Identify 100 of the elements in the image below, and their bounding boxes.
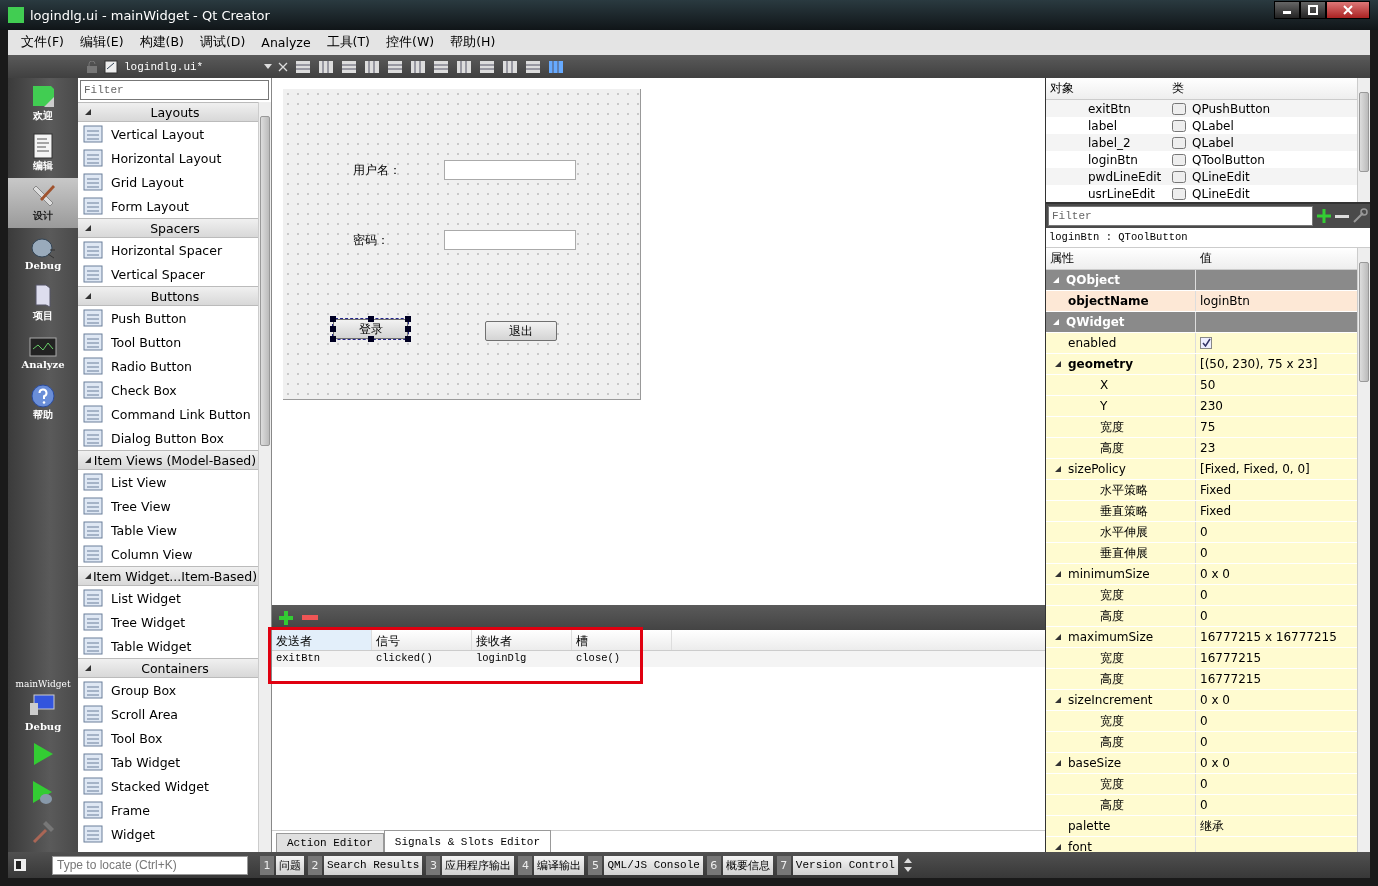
widget-item[interactable]: Frame: [78, 798, 258, 822]
widget-item[interactable]: Horizontal Spacer: [78, 238, 258, 262]
widget-item[interactable]: Column View: [78, 542, 258, 566]
scrollbar-thumb[interactable]: [1359, 262, 1369, 382]
property-row[interactable]: objectName loginBtn: [1046, 291, 1357, 312]
property-row[interactable]: 高度 23: [1046, 438, 1357, 459]
form-button[interactable]: 退出: [485, 321, 557, 341]
widget-item[interactable]: Push Button: [78, 306, 258, 330]
scrollbar-thumb[interactable]: [260, 116, 270, 446]
widget-item[interactable]: List Widget: [78, 586, 258, 610]
object-name[interactable]: loginBtn: [1046, 152, 1168, 167]
line-edit[interactable]: [444, 160, 576, 180]
widget-item[interactable]: Scroll Area: [78, 702, 258, 726]
widget-item[interactable]: Widget: [78, 822, 258, 846]
widget-item[interactable]: Table Widget: [78, 634, 258, 658]
widget-item[interactable]: Tool Box: [78, 726, 258, 750]
property-row[interactable]: geometry [(50, 230), 75 x 23]: [1046, 354, 1357, 375]
property-row[interactable]: 高度 16777215: [1046, 669, 1357, 690]
column-header[interactable]: 对象: [1046, 80, 1168, 97]
property-row[interactable]: enabled: [1046, 333, 1357, 354]
column-header[interactable]: 发送者: [272, 630, 372, 650]
close-button[interactable]: [1326, 1, 1370, 19]
category-header[interactable]: Layouts: [78, 102, 258, 122]
widget-item[interactable]: Check Box: [78, 378, 258, 402]
scrollbar-thumb[interactable]: [1359, 92, 1369, 172]
mode-button[interactable]: 编辑: [8, 128, 78, 178]
widget-item[interactable]: Tree Widget: [78, 610, 258, 634]
widget-item[interactable]: Grid Layout: [78, 170, 258, 194]
column-header[interactable]: 值: [1196, 250, 1346, 267]
kit-selector[interactable]: mainWidget Debug: [8, 679, 78, 742]
category-header[interactable]: Containers: [78, 658, 258, 678]
mode-button[interactable]: Analyze: [8, 328, 78, 378]
open-file-name[interactable]: logindlg.ui*: [124, 60, 258, 73]
form-button[interactable]: 登录: [333, 319, 408, 339]
widget-item[interactable]: Form Layout: [78, 194, 258, 218]
object-name[interactable]: exitBtn: [1046, 101, 1168, 116]
resize-handle[interactable]: [367, 336, 374, 342]
category-header[interactable]: Item Views (Model-Based): [78, 450, 258, 470]
property-row[interactable]: X 50: [1046, 375, 1357, 396]
property-row[interactable]: 高度 0: [1046, 795, 1357, 816]
menu-item[interactable]: Analyze: [254, 32, 318, 53]
property-row[interactable]: 宽度 0: [1046, 585, 1357, 606]
widget-item[interactable]: Tree View: [78, 494, 258, 518]
mode-button[interactable]: Debug: [8, 228, 78, 278]
property-row[interactable]: 宽度 16777215: [1046, 648, 1357, 669]
property-row[interactable]: 宽度 75: [1046, 417, 1357, 438]
property-row[interactable]: palette 继承: [1046, 816, 1357, 837]
widget-item[interactable]: List View: [78, 470, 258, 494]
column-header[interactable]: 类: [1168, 80, 1290, 97]
filter-field[interactable]: Filter: [1048, 206, 1313, 226]
property-row[interactable]: 宽度 0: [1046, 711, 1357, 732]
object-name[interactable]: usrLineEdit: [1046, 186, 1168, 201]
menu-item[interactable]: 调试(D): [192, 31, 253, 54]
property-row[interactable]: 垂直伸展 0: [1046, 543, 1357, 564]
resize-handle[interactable]: [367, 316, 374, 322]
property-row[interactable]: 高度 0: [1046, 606, 1357, 627]
widget-item[interactable]: Tool Button: [78, 330, 258, 354]
widget-item[interactable]: Tab Widget: [78, 750, 258, 774]
locator-field[interactable]: Type to locate (Ctrl+K): [52, 855, 248, 875]
checkbox[interactable]: [1200, 336, 1212, 349]
widget-item[interactable]: Radio Button: [78, 354, 258, 378]
mode-button[interactable]: 欢迎: [8, 78, 78, 128]
minimize-button[interactable]: [1274, 1, 1300, 19]
column-header[interactable]: 槽: [572, 630, 672, 650]
column-header[interactable]: 接收者: [472, 630, 572, 650]
menu-item[interactable]: 文件(F): [14, 31, 71, 54]
property-row[interactable]: 高度 0: [1046, 732, 1357, 753]
widget-item[interactable]: Dialog Button Box: [78, 426, 258, 450]
maximize-button[interactable]: [1300, 1, 1326, 19]
filter-field[interactable]: Filter: [80, 80, 269, 100]
widget-item[interactable]: Stacked Widget: [78, 774, 258, 798]
property-row[interactable]: 水平伸展 0: [1046, 522, 1357, 543]
property-row[interactable]: 宽度 0: [1046, 774, 1357, 795]
object-name[interactable]: label_2: [1046, 135, 1168, 150]
widget-item[interactable]: Table View: [78, 518, 258, 542]
category-header[interactable]: Item Widget...Item-Based): [78, 566, 258, 586]
property-row[interactable]: 水平策略 Fixed: [1046, 480, 1357, 501]
mode-button[interactable]: 设计: [8, 178, 78, 228]
object-name[interactable]: label: [1046, 118, 1168, 133]
line-edit[interactable]: [444, 230, 576, 250]
category-header[interactable]: Buttons: [78, 286, 258, 306]
widget-item[interactable]: Vertical Spacer: [78, 262, 258, 286]
menu-item[interactable]: 帮助(H): [443, 31, 503, 54]
mode-button[interactable]: 帮助: [8, 378, 78, 428]
category-header[interactable]: Spacers: [78, 218, 258, 238]
menu-item[interactable]: 工具(T): [319, 31, 377, 54]
editor-tab[interactable]: Action Editor: [276, 833, 384, 852]
mode-button[interactable]: 项目: [8, 278, 78, 328]
widget-item[interactable]: Horizontal Layout: [78, 146, 258, 170]
widget-item[interactable]: Command Link Button: [78, 402, 258, 426]
property-row[interactable]: font: [1046, 837, 1357, 852]
property-row[interactable]: sizePolicy [Fixed, Fixed, 0, 0]: [1046, 459, 1357, 480]
widget-item[interactable]: Group Box: [78, 678, 258, 702]
property-row[interactable]: maximumSize 16777215 x 16777215: [1046, 627, 1357, 648]
property-row[interactable]: baseSize 0 x 0: [1046, 753, 1357, 774]
editor-tab[interactable]: Signals & Slots Editor: [383, 830, 552, 852]
menu-item[interactable]: 编辑(E): [72, 31, 131, 54]
property-row[interactable]: sizeIncrement 0 x 0: [1046, 690, 1357, 711]
menu-item[interactable]: 控件(W): [379, 31, 442, 54]
widget-item[interactable]: Vertical Layout: [78, 122, 258, 146]
